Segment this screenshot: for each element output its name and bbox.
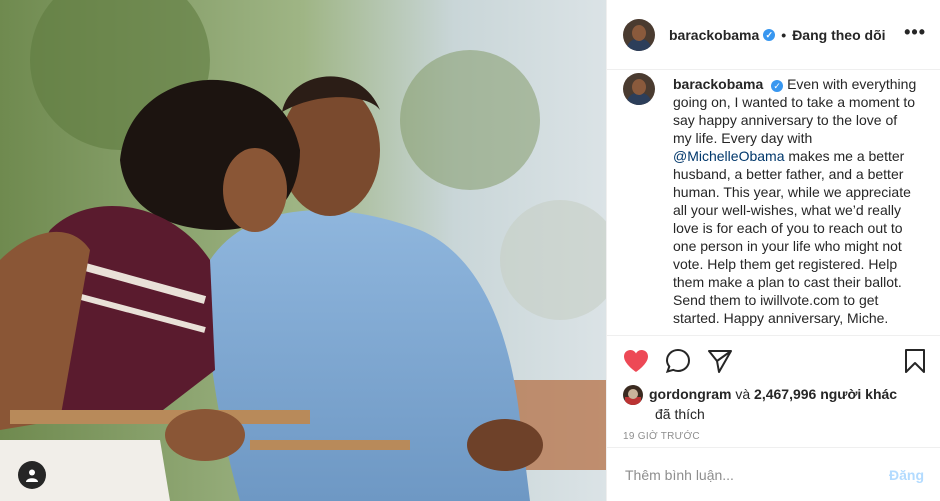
post-details-panel: barackobama ✓ • Đang theo dõi ••• barack…	[606, 0, 940, 501]
post-header: barackobama ✓ • Đang theo dõi •••	[607, 0, 940, 70]
author-info: barackobama ✓ • Đang theo dõi	[669, 27, 886, 43]
comment-input[interactable]	[623, 465, 889, 484]
likes-count-link[interactable]: 2,467,996 người khác	[754, 386, 897, 402]
likes-connector: và	[735, 386, 751, 402]
user-icon	[26, 469, 38, 482]
comment-form: Đăng	[607, 447, 940, 501]
bookmark-icon	[905, 349, 925, 373]
save-button[interactable]	[904, 348, 926, 379]
caption-section: barackobama ✓ Even with everything going…	[607, 70, 940, 335]
liker-avatar[interactable]	[623, 385, 643, 405]
following-button[interactable]: Đang theo dõi	[792, 27, 885, 43]
like-button[interactable]	[623, 349, 649, 373]
post-photo[interactable]	[0, 0, 606, 501]
likes-text: gordongram và 2,467,996 người khác	[649, 385, 897, 405]
caption-username[interactable]: barackobama	[673, 76, 763, 92]
paper-plane-icon	[708, 349, 732, 373]
instagram-post-modal: barackobama ✓ • Đang theo dõi ••• barack…	[0, 0, 940, 501]
separator-dot: •	[781, 26, 787, 43]
caption-verified-badge-icon: ✓	[771, 80, 784, 92]
caption-body-part2: makes me a better husband, a better fath…	[673, 148, 911, 326]
comment-bubble-icon	[665, 348, 691, 373]
likes-suffix-row: đã thích	[607, 405, 940, 423]
more-options-icon[interactable]: •••	[904, 22, 926, 43]
caption-text: barackobama ✓ Even with everything going…	[673, 73, 917, 335]
likes-summary: gordongram và 2,467,996 người khác	[607, 385, 940, 405]
share-button[interactable]	[707, 349, 733, 373]
liker-username[interactable]: gordongram	[649, 386, 731, 402]
post-comment-button[interactable]: Đăng	[889, 467, 924, 483]
caption-author-avatar[interactable]	[623, 73, 655, 105]
caption-mention-link[interactable]: @MichelleObama	[673, 148, 784, 164]
author-username[interactable]: barackobama	[669, 27, 759, 43]
couple-photo-illustration	[0, 0, 606, 501]
author-avatar[interactable]	[623, 18, 655, 51]
likes-suffix: đã thích	[655, 406, 705, 422]
tagged-user-button[interactable]	[18, 461, 46, 489]
action-bar	[607, 335, 940, 385]
verified-badge-icon: ✓	[763, 28, 776, 41]
heart-filled-icon	[624, 349, 648, 372]
comment-button[interactable]	[665, 348, 691, 374]
